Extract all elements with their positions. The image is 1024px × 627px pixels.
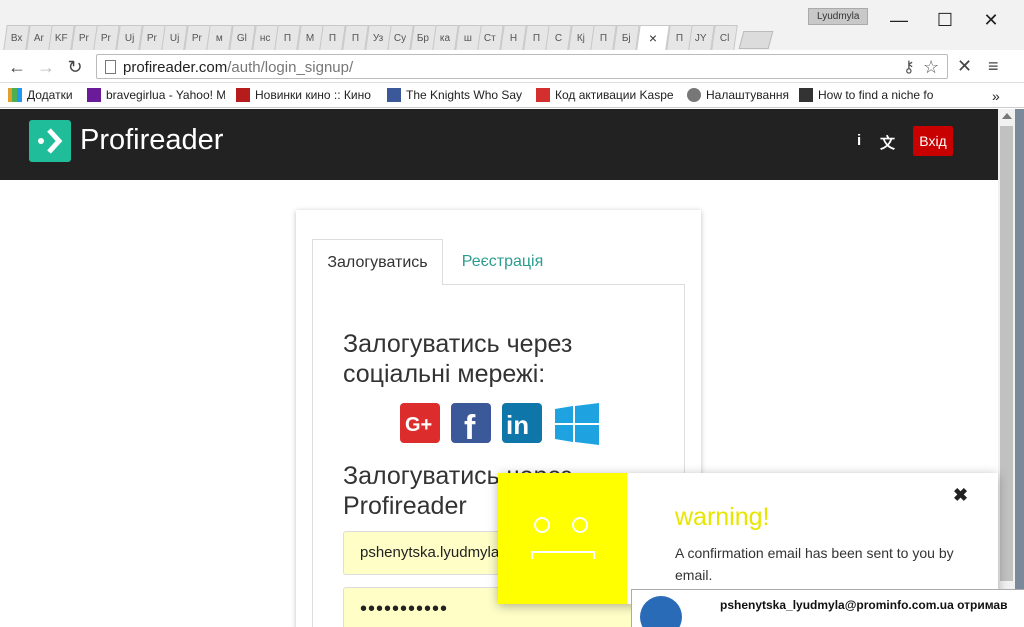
bookmark-item[interactable]: Новинки кино :: Кино (236, 88, 374, 102)
browser-tab[interactable]: П (342, 25, 369, 50)
browser-tab[interactable]: KF (48, 25, 75, 50)
face-eye (534, 517, 550, 533)
scroll-thumb[interactable] (1000, 126, 1013, 581)
bookmarks-bar: Додатки bravegirlua - Yahoo! M Новинки к… (0, 84, 1024, 108)
menu-icon[interactable]: ≡ (988, 56, 999, 77)
bookmark-item[interactable]: How to find a niche fo (799, 88, 937, 102)
browser-tab[interactable]: Вх (3, 25, 30, 50)
address-bar[interactable]: profireader.com/auth/login_signup/ ⚷ ☆ (96, 54, 948, 79)
url-text[interactable]: profireader.com/auth/login_signup/ (123, 59, 353, 76)
reload-icon[interactable]: ↻ (64, 56, 86, 78)
bookmark-star-icon[interactable]: ☆ (923, 57, 939, 78)
k-logo-icon (236, 88, 250, 102)
face-mouth (531, 551, 595, 559)
browser-toolbar: ← → ↻ profireader.com/auth/login_signup/… (0, 50, 1024, 83)
bookmarks-more-button[interactable]: » (992, 88, 1000, 104)
page-icon (105, 60, 116, 74)
notification-close-icon[interactable]: ✖ (953, 485, 968, 506)
language-icon[interactable]: 文 (880, 132, 895, 153)
browser-tab[interactable]: П (274, 25, 301, 50)
browser-tab[interactable]: Су (387, 25, 414, 50)
browser-window: Lyudmyla — ☐ ✕ Вх Ar KF Pr Pr Uj Pr Uj P… (0, 0, 1024, 627)
site-header: Profireader i 文 Вхід (0, 109, 998, 180)
browser-tab[interactable]: Uj (161, 25, 188, 50)
bookmark-item[interactable]: Код активации Kaspe (536, 88, 674, 102)
mail-icon (87, 88, 101, 102)
sad-face-icon (498, 473, 627, 604)
browser-tab[interactable]: Н (500, 25, 527, 50)
google-plus-icon[interactable]: G+ (400, 403, 440, 443)
login-button[interactable]: Вхід (913, 126, 953, 156)
apps-icon (8, 88, 22, 102)
m-logo-icon (799, 88, 813, 102)
svg-text:G+: G+ (405, 414, 432, 436)
windows-icon[interactable] (555, 403, 599, 445)
back-icon[interactable]: ← (6, 56, 28, 78)
desktop-background (1015, 109, 1024, 589)
forward-icon[interactable]: → (35, 56, 57, 78)
browser-tab[interactable]: Бј (613, 25, 640, 50)
bookmark-item[interactable]: Налаштування (687, 88, 789, 102)
notification-message: A confirmation email has been sent to yo… (675, 545, 954, 583)
bookmark-item[interactable]: bravegirlua - Yahoo! M (87, 88, 225, 102)
new-tab-button[interactable] (738, 31, 774, 49)
facebook-login-icon[interactable]: f (451, 403, 491, 447)
scroll-up-icon[interactable] (1002, 113, 1012, 119)
thunderbird-icon (640, 596, 682, 627)
page-scrollbar[interactable] (998, 109, 1015, 627)
arrow-icon (536, 88, 550, 102)
notification-title: warning! (675, 503, 770, 531)
minimize-button[interactable]: — (876, 6, 922, 34)
active-tab-close-button[interactable]: × (635, 25, 670, 50)
profile-badge[interactable]: Lyudmyla (808, 8, 869, 25)
toast-text: pshenytska_lyudmyla@prominfo.com.ua отри… (720, 598, 1008, 612)
tab-register[interactable]: Реєстрація (446, 239, 559, 285)
title-bar: Lyudmyla — ☐ ✕ Вх Ar KF Pr Pr Uj Pr Uj P… (0, 0, 1024, 50)
warning-notification: warning! A confirmation email has been s… (498, 473, 998, 604)
email-toast[interactable]: pshenytska_lyudmyla@prominfo.com.ua отри… (631, 589, 1024, 627)
browser-tab[interactable]: Gl (229, 25, 256, 50)
browser-tab[interactable]: Cl (711, 25, 738, 50)
key-icon[interactable]: ⚷ (903, 57, 915, 77)
svg-text:in: in (506, 410, 529, 440)
maximize-button[interactable]: ☐ (922, 6, 968, 34)
linkedin-icon[interactable]: in (502, 403, 542, 443)
profireader-logo-icon[interactable] (29, 120, 71, 162)
face-eye (572, 517, 588, 533)
browser-tab[interactable]: Uj (116, 25, 143, 50)
extension-icon[interactable]: ✕ (957, 56, 972, 77)
close-window-button[interactable]: ✕ (968, 6, 1014, 34)
tab-login[interactable]: Залогуватись (312, 239, 443, 285)
bookmark-apps[interactable]: Додатки (8, 88, 73, 102)
svg-text:f: f (464, 409, 476, 443)
gear-icon (687, 88, 701, 102)
facebook-icon (387, 88, 401, 102)
bookmark-item[interactable]: The Knights Who Say (387, 88, 522, 102)
brand-name[interactable]: Profireader (80, 124, 223, 157)
tab-strip: Вх Ar KF Pr Pr Uj Pr Uj Pr м Gl нс П M П… (3, 25, 774, 50)
social-login-heading: Залогуватись через соціальні мережі: (343, 330, 573, 388)
info-icon[interactable]: i (857, 132, 861, 149)
